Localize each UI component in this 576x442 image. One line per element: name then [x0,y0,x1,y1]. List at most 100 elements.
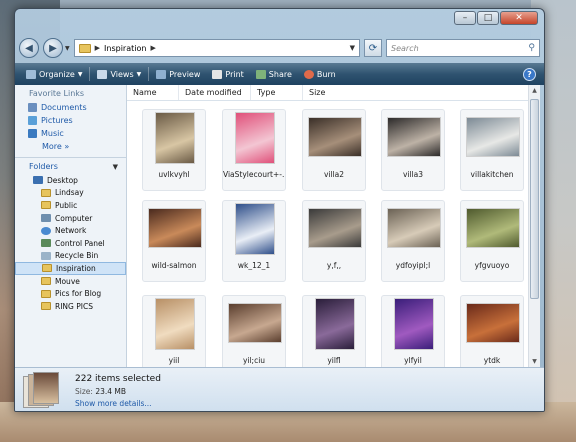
tree-item-label: Public [55,200,78,210]
selection-size: Size: 23.4 MB [75,387,126,396]
tree-item-label: Computer [55,213,93,223]
help-icon[interactable]: ? [523,67,536,81]
tree-item-recycle-bin[interactable]: Recycle Bin [15,250,126,263]
pictures-icon [28,116,37,125]
file-name: ydfoyipl;l [395,261,431,270]
file-thumbnail[interactable]: villa3 [381,109,445,191]
search-icon[interactable]: ⚲ [528,43,535,53]
print-icon [212,69,223,79]
folders-header[interactable]: Folders ▼ [15,157,126,174]
breadcrumb-inspiration[interactable]: Inspiration [104,44,146,53]
chevron-down-icon: ▼ [136,70,142,78]
organize-button[interactable]: Organize ▼ [21,68,87,81]
organize-label: Organize [39,69,75,79]
details-pane: 222 items selected Size: 23.4 MB Show mo… [15,367,544,411]
tree-item-label: Inspiration [56,263,96,273]
tree-item-inspiration[interactable]: Inspiration [15,262,126,275]
column-name[interactable]: Name [127,85,179,100]
file-thumbnail[interactable]: ViaStylecourt+-... [222,109,286,191]
column-date-modified[interactable]: Date modified [179,85,251,100]
tree-item-network[interactable]: Network [15,224,126,237]
file-thumbnail[interactable]: ytdk [460,295,524,367]
file-thumbnail[interactable]: yfgvuoyo [460,200,524,282]
file-name: villa2 [323,170,345,179]
search-input[interactable]: Search ⚲ [386,39,540,57]
favorite-music[interactable]: Music [15,127,126,140]
file-thumbnail[interactable]: yil;ciu [222,295,286,367]
forward-button[interactable]: ▶ [43,38,63,58]
file-name: ylfyil [404,356,422,365]
column-size[interactable]: Size [303,85,355,100]
back-button[interactable]: ◀ [19,38,39,58]
file-thumbnail[interactable]: yilfl [302,295,366,367]
tree-item-control-panel[interactable]: Control Panel [15,237,126,250]
file-thumbnail[interactable]: ylfyil [381,295,445,367]
image-preview [155,112,195,164]
file-name: uvlkvyhl [158,170,190,179]
file-thumbnail[interactable]: wk_12_1 [222,200,286,282]
minimize-button[interactable]: – [454,11,476,25]
refresh-button[interactable]: ⟳ [364,39,382,57]
file-thumbnail[interactable]: uvlkvyhl [142,109,206,191]
vertical-scrollbar[interactable]: ▲ ▼ [528,85,540,367]
folder-icon [41,277,51,286]
history-dropdown-icon[interactable]: ▼ [65,45,70,52]
selection-count: 222 items selected [75,374,161,384]
show-more-details-link[interactable]: Show more details... [75,399,152,408]
file-thumbnail[interactable]: y,f,, [302,200,366,282]
folders-title: Folders [29,162,58,171]
tree-item-lindsay[interactable]: Lindsay [15,187,126,200]
file-thumbnail[interactable]: ydfoyipl;l [381,200,445,282]
tree-item-mouve[interactable]: Mouve [15,275,126,288]
close-button[interactable]: ✕ [500,11,538,25]
views-button[interactable]: Views ▼ [92,68,146,81]
folder-tree: Desktop Lindsay Public Computer Network … [15,174,126,313]
scroll-down-icon[interactable]: ▼ [529,356,540,367]
image-preview [235,203,275,255]
address-row: ◀ ▶ ▼ ▶ Inspiration ▶ ▼ ⟳ Search ⚲ [19,37,540,59]
favorite-pictures-label: Pictures [41,116,73,125]
file-name: ytdk [483,356,501,365]
music-icon [28,129,37,138]
maximize-button[interactable]: □ [477,11,499,25]
image-preview [466,208,520,248]
preview-label: Preview [169,69,201,79]
tree-item-pics-for-blog[interactable]: Pics for Blog [15,287,126,300]
organize-icon [26,69,36,79]
scroll-thumb[interactable] [530,99,539,299]
preview-icon [156,69,167,79]
more-links[interactable]: More » [15,140,126,154]
tree-item-label: Desktop [47,175,78,185]
views-label: Views [110,69,134,79]
breadcrumb-arrow-icon[interactable]: ▶ [150,44,155,52]
preview-button[interactable]: Preview [151,68,205,81]
file-name: ViaStylecourt+-... [223,170,285,179]
tree-item-ring-pics[interactable]: RING PICS [15,300,126,313]
file-list: Name Date modified Type Size uvlkvyhl Via… [127,85,540,367]
views-icon [97,69,108,79]
size-value: 23.4 MB [95,387,127,396]
file-thumbnail[interactable]: villa2 [302,109,366,191]
search-placeholder: Search [391,43,419,53]
tree-item-computer[interactable]: Computer [15,212,126,225]
favorite-pictures[interactable]: Pictures [15,114,126,127]
burn-button[interactable]: Burn [299,68,341,81]
file-name: wk_12_1 [237,261,271,270]
column-type[interactable]: Type [251,85,303,100]
image-preview [308,208,362,248]
file-thumbnail[interactable]: wild-salmon [142,200,206,282]
address-bar[interactable]: ▶ Inspiration ▶ ▼ [73,39,360,57]
file-thumbnail[interactable]: yiil [142,295,206,367]
scroll-up-icon[interactable]: ▲ [529,85,540,96]
print-button[interactable]: Print [207,68,248,81]
tree-item-desktop[interactable]: Desktop [15,174,126,187]
breadcrumb-arrow-icon[interactable]: ▶ [95,44,100,52]
file-thumbnail[interactable]: villakitchen [460,109,524,191]
share-label: Share [268,69,292,79]
favorite-documents[interactable]: Documents [15,101,126,114]
address-dropdown-icon[interactable]: ▼ [350,44,355,52]
share-button[interactable]: Share [251,68,297,81]
print-label: Print [225,69,244,79]
share-icon [255,69,266,79]
tree-item-public[interactable]: Public [15,199,126,212]
